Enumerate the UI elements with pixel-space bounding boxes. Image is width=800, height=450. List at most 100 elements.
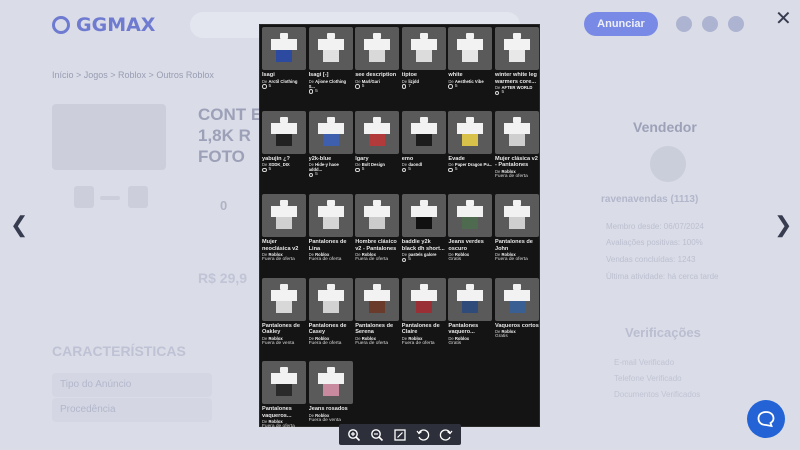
rotate-left-icon[interactable] (416, 428, 430, 442)
catalog-item[interactable]: Pantalones de Serena De Roblox Fuera de … (355, 277, 400, 362)
item-status: Fuera de oferta (308, 340, 342, 346)
item-status: Fuera de oferta (308, 257, 342, 262)
item-name[interactable]: Hombre clásico v2 - Pantalones (355, 239, 399, 252)
catalog-item[interactable]: Pantalones de John De Roblox Fuera de of… (494, 194, 539, 278)
catalog-item[interactable]: Isagi De Arctil Clothing 5 (262, 27, 306, 111)
item-thumbnail[interactable] (262, 194, 306, 237)
previous-arrow-icon[interactable]: ❮ (10, 212, 28, 238)
catalog-item[interactable]: Vaqueros cortos De Roblox Gratis (494, 277, 539, 362)
item-status: Fuera de venta (262, 340, 295, 346)
item-thumbnail[interactable] (308, 194, 353, 237)
item-name[interactable]: Mujer clásica v2 - Pantalones (495, 156, 539, 169)
item-thumbnail[interactable] (448, 27, 493, 70)
item-thumbnail[interactable] (448, 194, 493, 237)
robux-icon (401, 167, 407, 173)
item-status: Fuera de oferta (401, 340, 435, 346)
catalog-item[interactable]: Pantalones de Casey De Roblox Fuera de o… (308, 277, 353, 362)
item-thumbnail[interactable] (308, 110, 353, 154)
item-thumbnail[interactable] (494, 194, 539, 237)
item-thumbnail[interactable] (494, 277, 539, 321)
item-thumbnail[interactable] (355, 194, 400, 237)
item-creator[interactable]: De Hide-y haoe addd... (309, 162, 353, 172)
catalog-item[interactable]: Pantalones de Lina De Roblox Fuera de of… (308, 194, 353, 278)
item-thumbnail[interactable] (262, 361, 306, 404)
item-name[interactable]: Pantalones vaqueros... (262, 406, 306, 419)
item-meta: 7 (401, 84, 446, 90)
item-status: Gratis (448, 257, 462, 262)
next-arrow-icon[interactable]: ❯ (774, 212, 792, 238)
item-thumbnail[interactable] (355, 277, 400, 321)
close-icon[interactable]: ✕ (775, 6, 792, 31)
catalog-item[interactable]: winter white leg warmers core... De AFTE… (494, 27, 539, 111)
catalog-item[interactable]: yabujin ¿? De XDDK_DIX 5 (262, 110, 306, 195)
item-thumbnail[interactable] (262, 277, 306, 321)
rotate-right-icon[interactable] (439, 428, 453, 442)
zoom-in-icon[interactable] (347, 428, 361, 442)
item-thumbnail[interactable] (355, 110, 400, 154)
item-thumbnail[interactable] (262, 27, 306, 70)
catalog-item[interactable]: tiptoe De lizjdd 7 (401, 27, 446, 111)
catalog-item[interactable]: Mujer clásica v2 - Pantalones De Roblox … (494, 110, 539, 195)
catalog-item[interactable]: see description De Marl/Gari 5 (355, 27, 400, 111)
item-meta: 5 (401, 167, 446, 173)
avatar-figure-icon (271, 116, 297, 147)
item-thumbnail[interactable] (494, 110, 539, 154)
item-name[interactable]: Mujer neoclásica v2 -... (262, 239, 306, 252)
item-thumbnail[interactable] (308, 361, 353, 404)
catalog-item[interactable]: emo De daondl 5 (401, 110, 446, 195)
zoom-out-icon[interactable] (370, 428, 384, 442)
avatar-figure-icon (503, 33, 530, 63)
fullscreen-icon[interactable] (393, 428, 407, 442)
item-name[interactable]: winter white leg warmers core... (495, 72, 539, 85)
item-name[interactable]: Pantalones de Oakley (262, 323, 306, 336)
catalog-item[interactable]: Mujer neoclásica v2 -... De Roblox Fuera… (262, 194, 306, 278)
item-meta: 5 (494, 90, 539, 96)
item-thumbnail[interactable] (448, 110, 493, 154)
robux-icon (308, 89, 314, 94)
catalog-item[interactable]: Evade De Paper Dragon Pu... 5 (448, 110, 493, 195)
avatar-figure-icon (410, 33, 437, 63)
item-thumbnail[interactable] (355, 27, 400, 70)
catalog-item[interactable]: y2k-blue De Hide-y haoe addd... 5 (308, 110, 353, 195)
item-status: Fuera de oferta (355, 340, 388, 346)
item-name[interactable]: Pantalones de John (495, 239, 539, 252)
catalog-item[interactable]: lgary De Bolt Design 5 (355, 110, 400, 195)
catalog-item[interactable]: Pantalones de Oakley De Roblox Fuera de … (262, 277, 306, 362)
avatar-figure-icon (503, 116, 530, 147)
item-thumbnail[interactable] (401, 110, 446, 154)
item-thumbnail[interactable] (401, 194, 446, 237)
item-name[interactable]: Jeans verdes oscuro (448, 239, 492, 252)
item-thumbnail[interactable] (262, 110, 306, 154)
item-name[interactable]: Pantalones de Casey (309, 323, 353, 336)
item-name[interactable]: Pantalones de Claire (402, 323, 446, 336)
catalog-item[interactable]: Pantalones vaqueros... De Roblox Fuera d… (262, 361, 306, 445)
item-thumbnail[interactable] (448, 277, 493, 321)
item-meta: Gratis (448, 341, 492, 347)
catalog-item[interactable]: Pantalones vaquero... De Roblox Gratis (448, 277, 493, 362)
lightbox-image[interactable]: Isagi De Arctil Clothing 5 Isagi [-] De … (259, 24, 540, 429)
catalog-item[interactable]: white De Aesthetic Vibe 5 (448, 27, 493, 111)
catalog-item[interactable]: baddie y2k black dh short... De pastels … (401, 194, 446, 278)
item-name[interactable]: Pantalones vaquero... (448, 323, 492, 336)
catalog-item[interactable]: Jeans verdes oscuro De Roblox Gratis (448, 194, 493, 278)
item-thumbnail[interactable] (494, 27, 539, 70)
item-name[interactable]: Pantalones de Lina (309, 239, 353, 252)
item-creator[interactable]: De Ajione Clothing S... (309, 79, 353, 89)
item-meta: Fuera de oferta (495, 257, 539, 263)
item-meta: Fuera de venta (309, 418, 353, 424)
catalog-item[interactable]: Isagi [-] De Ajione Clothing S... 5 (308, 27, 353, 111)
item-meta: Gratis (495, 334, 539, 340)
robux-icon (401, 257, 407, 263)
item-name[interactable]: Pantalones de Serena (355, 323, 399, 336)
item-thumbnail[interactable] (401, 27, 446, 70)
catalog-item[interactable]: Hombre clásico v2 - Pantalones De Roblox… (355, 194, 400, 278)
chat-bubble-icon[interactable] (747, 400, 785, 438)
catalog-item[interactable]: Pantalones de Claire De Roblox Fuera de … (401, 277, 446, 362)
item-status: Gratis (494, 334, 508, 339)
item-thumbnail[interactable] (308, 277, 353, 321)
item-thumbnail[interactable] (401, 277, 446, 321)
item-name[interactable]: baddie y2k black dh short... (402, 239, 446, 252)
item-thumbnail[interactable] (308, 27, 353, 70)
avatar-figure-icon (317, 116, 344, 147)
item-meta: Fuera de oferta (309, 257, 353, 263)
